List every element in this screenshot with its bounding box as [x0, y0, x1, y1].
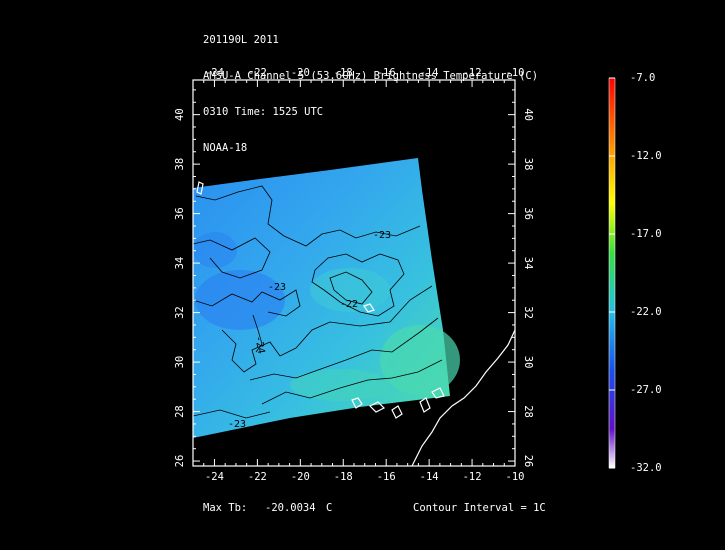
tick-label: 28 — [522, 405, 534, 418]
tick-label: -24 — [205, 67, 224, 79]
tick-label: 32 — [522, 306, 534, 319]
tick-label: -20 — [291, 67, 310, 79]
brightness-temperature-map: -24 -24 -22 -22 -20 -20 -18 -18 -16 -16 -14 -14 -12 -… — [174, 67, 616, 483]
max-tb-unit: C — [326, 502, 333, 514]
colorbar-label: -7.0 — [630, 72, 656, 84]
tick-label: 34 — [522, 257, 534, 270]
tick-label: 32 — [174, 306, 186, 319]
colorbar-label: -32.0 — [630, 462, 662, 474]
tick-label: -12 — [463, 67, 482, 79]
tick-label: 30 — [174, 356, 186, 369]
colorbar-label: -17.0 — [630, 228, 662, 240]
tick-label: -16 — [377, 471, 396, 483]
tick-label: 38 — [174, 158, 186, 171]
colorbar — [608, 77, 616, 469]
tick-label: -18 — [334, 471, 353, 483]
tick-label: -22 — [248, 471, 267, 483]
contour-label: -23 — [373, 230, 391, 241]
tick-label: 38 — [522, 158, 534, 171]
cold-region — [193, 232, 237, 268]
tick-label: 26 — [174, 455, 186, 468]
tick-label: 40 — [174, 108, 186, 121]
cold-region — [195, 270, 285, 330]
tick-label: -24 — [205, 471, 224, 483]
max-tb-value: -20.0034 — [265, 502, 316, 514]
tick-label: 30 — [522, 356, 534, 369]
tick-label: 26 — [522, 455, 534, 468]
tick-label: -20 — [291, 471, 310, 483]
warm-region — [290, 369, 390, 401]
tick-label: -14 — [420, 471, 439, 483]
colorbar-label: -12.0 — [630, 150, 662, 162]
colorbar-label: -27.0 — [630, 384, 662, 396]
contour-interval: Contour Interval = 1C — [413, 502, 546, 514]
colorbar-label: -22.0 — [630, 306, 662, 318]
max-tb-label: Max Tb: — [203, 502, 248, 514]
contour-label: -23 — [228, 419, 246, 430]
tick-label: 28 — [174, 405, 186, 418]
tick-label: 36 — [174, 207, 186, 220]
contour-label: -22 — [340, 299, 358, 310]
tick-label: -18 — [334, 67, 353, 79]
tick-label: 40 — [522, 108, 534, 121]
tick-label: -10 — [506, 471, 525, 483]
contour-label: -23 — [268, 282, 286, 293]
warm-region — [380, 325, 460, 395]
tick-label: -12 — [463, 471, 482, 483]
tick-label: -22 — [248, 67, 267, 79]
tick-label: 36 — [522, 207, 534, 220]
tick-label: -10 — [506, 67, 525, 79]
tick-label: -14 — [420, 67, 439, 79]
tick-label: -16 — [377, 67, 396, 79]
tick-label: 34 — [174, 257, 186, 270]
